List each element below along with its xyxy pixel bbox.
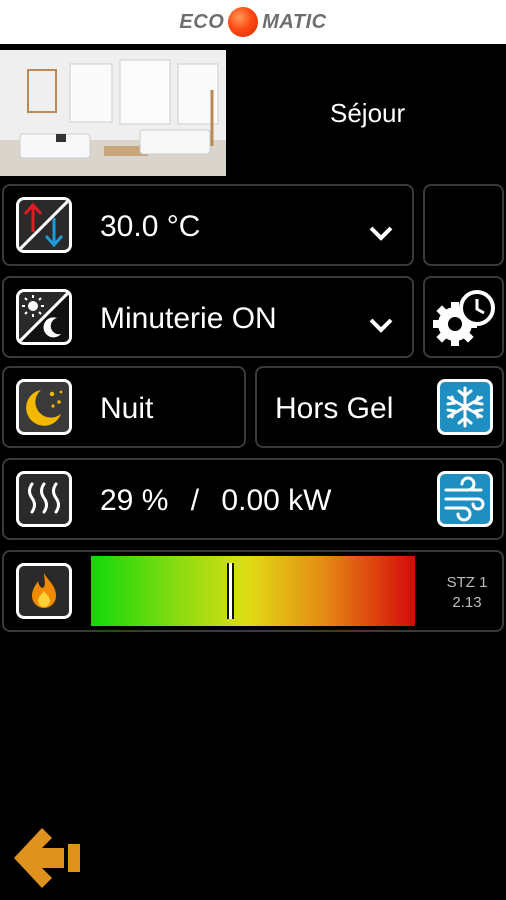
power-readout: 29 % / 0.00 kW: [100, 484, 331, 518]
empty-slot-button[interactable]: [423, 184, 504, 266]
logo-text-right: MATIC: [262, 10, 327, 33]
eco-matic-logo: ECO MATIC: [179, 7, 326, 37]
heat-waves-icon: [16, 471, 72, 527]
chevron-down-icon[interactable]: [368, 316, 394, 334]
temperature-value: 30.0 °C: [100, 210, 201, 243]
gear-clock-icon: [433, 290, 495, 346]
temperature-panel[interactable]: 30.0 °C: [2, 184, 414, 266]
timer-panel[interactable]: Minuterie ON: [2, 276, 414, 358]
chevron-down-icon[interactable]: [368, 224, 394, 242]
night-mode-button[interactable]: Nuit: [2, 366, 246, 448]
device-info: STZ 1 2.13: [440, 573, 494, 613]
schedule-settings-button[interactable]: [423, 276, 504, 358]
arrow-left-icon[interactable]: [12, 822, 84, 894]
logo-text-left: ECO: [179, 10, 225, 33]
logo-dot-icon: [228, 7, 259, 37]
timer-value: Minuterie ON: [100, 302, 277, 335]
frost-mode-button[interactable]: Hors Gel: [255, 366, 504, 448]
power-kw: 0.00 kW: [221, 484, 332, 517]
heat-level-marker: [227, 563, 235, 619]
device-name: STZ 1: [446, 574, 488, 591]
app-header: ECO MATIC: [0, 0, 506, 44]
snowflake-icon: [437, 379, 493, 435]
room-photo[interactable]: [0, 50, 226, 176]
frost-mode-label: Hors Gel: [275, 392, 394, 425]
room-title: Séjour: [330, 98, 406, 128]
thermo-up-down-icon: [16, 197, 72, 253]
device-version: 2.13: [452, 594, 482, 611]
flame-icon: [16, 563, 72, 619]
power-percent: 29 %: [100, 484, 169, 517]
power-panel[interactable]: 29 % / 0.00 kW: [2, 458, 504, 540]
heat-level-bar: [91, 556, 415, 626]
power-separator: /: [190, 484, 200, 517]
moon-stars-icon: [16, 379, 72, 435]
night-mode-label: Nuit: [100, 392, 154, 425]
day-night-icon: [16, 289, 72, 345]
wind-icon[interactable]: [437, 471, 493, 527]
